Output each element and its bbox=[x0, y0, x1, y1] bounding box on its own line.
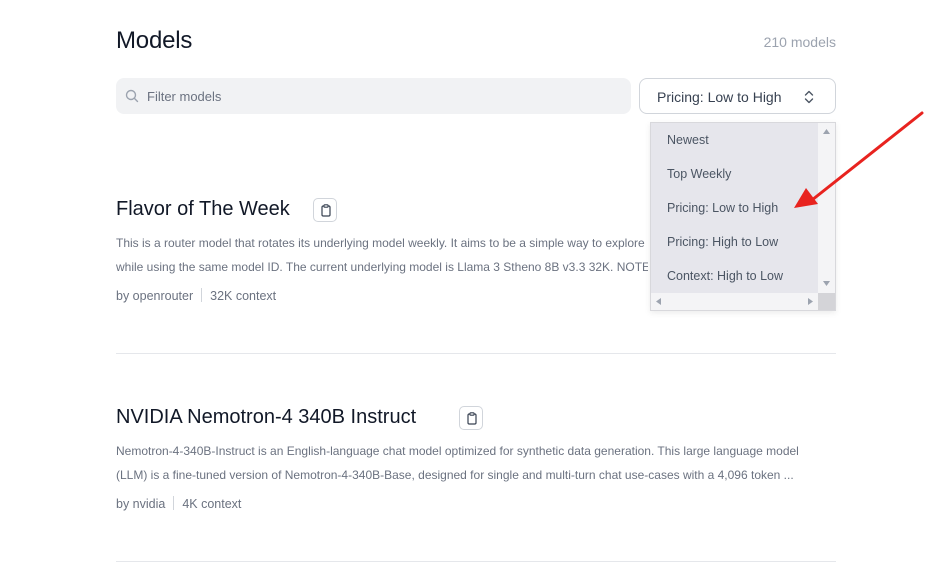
search-bar[interactable] bbox=[116, 78, 631, 114]
scroll-right-icon[interactable] bbox=[808, 298, 813, 305]
sort-option[interactable]: Context: High to Low bbox=[667, 269, 783, 283]
horizontal-scrollbar[interactable] bbox=[651, 293, 818, 310]
model-description-line: (LLM) is a fine-tuned version of Nemotro… bbox=[116, 468, 794, 482]
sort-option[interactable]: Top Weekly bbox=[667, 167, 731, 181]
model-description-line: while using the same model ID. The curre… bbox=[116, 260, 648, 274]
model-context: 4K context bbox=[182, 497, 242, 511]
sort-option[interactable]: Newest bbox=[667, 133, 709, 147]
sort-option[interactable]: Pricing: High to Low bbox=[667, 235, 778, 249]
model-description-line: This is a router model that rotates its … bbox=[116, 236, 645, 250]
model-meta: by nvidia 4K context bbox=[116, 496, 241, 511]
model-count: 210 models bbox=[763, 34, 836, 50]
clipboard-icon bbox=[467, 412, 477, 425]
search-input[interactable] bbox=[147, 78, 607, 114]
model-title[interactable]: Flavor of The Week bbox=[116, 198, 290, 221]
model-author[interactable]: by openrouter bbox=[116, 289, 193, 303]
model-description-line: Nemotron-4-340B-Instruct is an English-l… bbox=[116, 444, 799, 458]
vertical-scrollbar[interactable] bbox=[818, 123, 835, 293]
copy-button[interactable] bbox=[313, 198, 337, 222]
chevron-updown-icon bbox=[804, 90, 814, 104]
page-title: Models bbox=[116, 27, 193, 54]
model-title[interactable]: NVIDIA Nemotron-4 340B Instruct bbox=[116, 406, 416, 429]
model-meta: by openrouter 32K context bbox=[116, 288, 276, 303]
meta-divider bbox=[173, 496, 175, 510]
divider bbox=[116, 353, 836, 354]
divider bbox=[116, 561, 836, 562]
clipboard-icon bbox=[321, 204, 331, 217]
sort-options-list[interactable]: Newest Top Weekly Pricing: Low to High P… bbox=[651, 123, 818, 293]
sort-selected-label: Pricing: Low to High bbox=[657, 89, 782, 105]
scroll-down-icon[interactable] bbox=[823, 281, 830, 286]
scroll-left-icon[interactable] bbox=[656, 298, 661, 305]
copy-button[interactable] bbox=[459, 406, 483, 430]
scrollbar-corner bbox=[818, 293, 835, 310]
meta-divider bbox=[201, 288, 203, 302]
model-context: 32K context bbox=[210, 289, 277, 303]
scroll-up-icon[interactable] bbox=[823, 129, 830, 134]
models-page: Models 210 models Pricing: Low to High F… bbox=[0, 0, 947, 588]
model-author[interactable]: by nvidia bbox=[116, 497, 165, 511]
sort-dropdown[interactable]: Newest Top Weekly Pricing: Low to High P… bbox=[650, 122, 836, 311]
sort-option[interactable]: Pricing: Low to High bbox=[667, 201, 778, 215]
sort-select[interactable]: Pricing: Low to High bbox=[639, 78, 836, 114]
search-icon bbox=[125, 89, 139, 103]
